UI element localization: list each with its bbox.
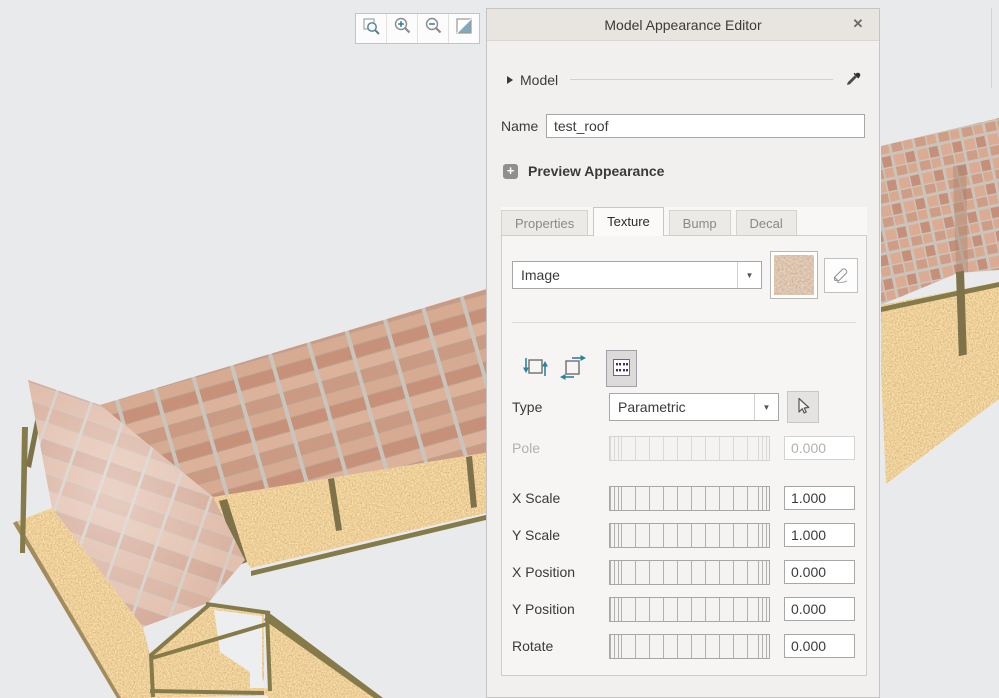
name-label: Name: [501, 118, 539, 134]
content-divider: [512, 322, 856, 323]
model-section-header[interactable]: Model: [507, 69, 863, 90]
repeat-horizontal-button[interactable]: [558, 352, 588, 386]
x-position-row: X Position: [512, 559, 858, 585]
y-scale-label: Y Scale: [512, 527, 560, 543]
y-position-thumbwheel[interactable]: [609, 596, 770, 622]
cursor-arrow-icon: [793, 396, 813, 419]
tab-texture[interactable]: Texture: [593, 207, 664, 236]
refit-button[interactable]: [449, 14, 479, 43]
slider-rows: Pole X Scale Y Scale X Position Y Positi: [512, 435, 858, 670]
chevron-right-icon: [507, 75, 513, 84]
name-row: Name: [501, 114, 865, 138]
zoom-in-icon: [392, 16, 412, 41]
zoom-region-button[interactable]: [356, 14, 387, 43]
x-scale-thumbwheel[interactable]: [609, 485, 770, 511]
rotate-value-input[interactable]: [784, 634, 855, 658]
type-label: Type: [512, 399, 543, 415]
placement-icon-row: [520, 350, 637, 387]
x-scale-value-input[interactable]: [784, 486, 855, 510]
map-type-dropdown[interactable]: Image ▼: [512, 261, 762, 289]
parametric-placement-button[interactable]: [606, 350, 637, 387]
model-section-label: Model: [520, 71, 559, 88]
x-position-value-input[interactable]: [784, 560, 855, 584]
pole-row: Pole: [512, 435, 858, 461]
repeat-horizontal-icon: [560, 354, 586, 383]
y-position-value-input[interactable]: [784, 597, 855, 621]
eyedropper-icon[interactable]: [845, 69, 863, 90]
view-toolbar: [355, 13, 480, 44]
zoom-out-button[interactable]: [418, 14, 449, 43]
repeat-vertical-button[interactable]: [520, 352, 550, 386]
tab-strip: Properties Texture Bump Decal: [501, 207, 867, 236]
y-position-row: Y Position: [512, 596, 858, 622]
tab-properties[interactable]: Properties: [501, 210, 589, 236]
zoom-in-button[interactable]: [387, 14, 418, 43]
y-scale-row: Y Scale: [512, 522, 858, 548]
rotate-label: Rotate: [512, 638, 554, 654]
x-position-label: X Position: [512, 564, 576, 580]
texture-thumbnail[interactable]: [770, 251, 818, 299]
pole-thumbwheel: [609, 435, 770, 461]
zoom-out-icon: [423, 16, 443, 41]
chevron-down-icon: ▼: [737, 262, 761, 288]
refit-icon: [454, 16, 474, 41]
y-position-label: Y Position: [512, 601, 575, 617]
y-scale-thumbwheel[interactable]: [609, 522, 770, 548]
clear-texture-button[interactable]: [824, 257, 858, 293]
eraser-icon: [830, 263, 852, 288]
rotate-thumbwheel[interactable]: [609, 633, 770, 659]
panel-title: Model Appearance Editor: [604, 16, 762, 33]
preview-appearance-row: + Preview Appearance: [503, 163, 664, 179]
zoom-region-icon: [361, 16, 381, 41]
name-input[interactable]: [546, 114, 865, 138]
x-position-thumbwheel[interactable]: [609, 559, 770, 585]
tab-decal[interactable]: Decal: [735, 210, 797, 236]
close-icon[interactable]: ✕: [850, 16, 866, 32]
x-scale-label: X Scale: [512, 490, 561, 506]
image-map-row: Image ▼: [512, 250, 858, 300]
type-value: Parametric: [618, 399, 686, 415]
repeat-vertical-icon: [522, 354, 548, 383]
side-panel-edge: [991, 8, 992, 88]
map-type-value: Image: [521, 267, 560, 283]
type-dropdown[interactable]: Parametric ▼: [609, 393, 779, 421]
preview-appearance-label: Preview Appearance: [528, 163, 665, 179]
type-row: Type Parametric ▼: [512, 391, 858, 423]
chevron-down-icon: ▼: [754, 394, 778, 420]
pole-label: Pole: [512, 440, 541, 456]
texture-tab-content: Image ▼ Type Parametric ▼ Pole 0.000 X S…: [501, 235, 867, 676]
panel-titlebar[interactable]: Model Appearance Editor ✕: [487, 9, 879, 41]
pole-value-input: [784, 436, 855, 460]
expand-plus-icon[interactable]: +: [503, 163, 518, 179]
model-appearance-editor-panel: Model Appearance Editor ✕ Model Name + P…: [486, 8, 880, 698]
x-scale-row: X Scale: [512, 485, 858, 511]
parametric-placement-icon: [613, 358, 630, 379]
y-scale-value-input[interactable]: [784, 523, 855, 547]
tab-bump[interactable]: Bump: [668, 210, 731, 236]
rotate-row: Rotate: [512, 633, 858, 659]
section-divider: [570, 79, 833, 80]
select-surface-button[interactable]: [787, 391, 819, 423]
